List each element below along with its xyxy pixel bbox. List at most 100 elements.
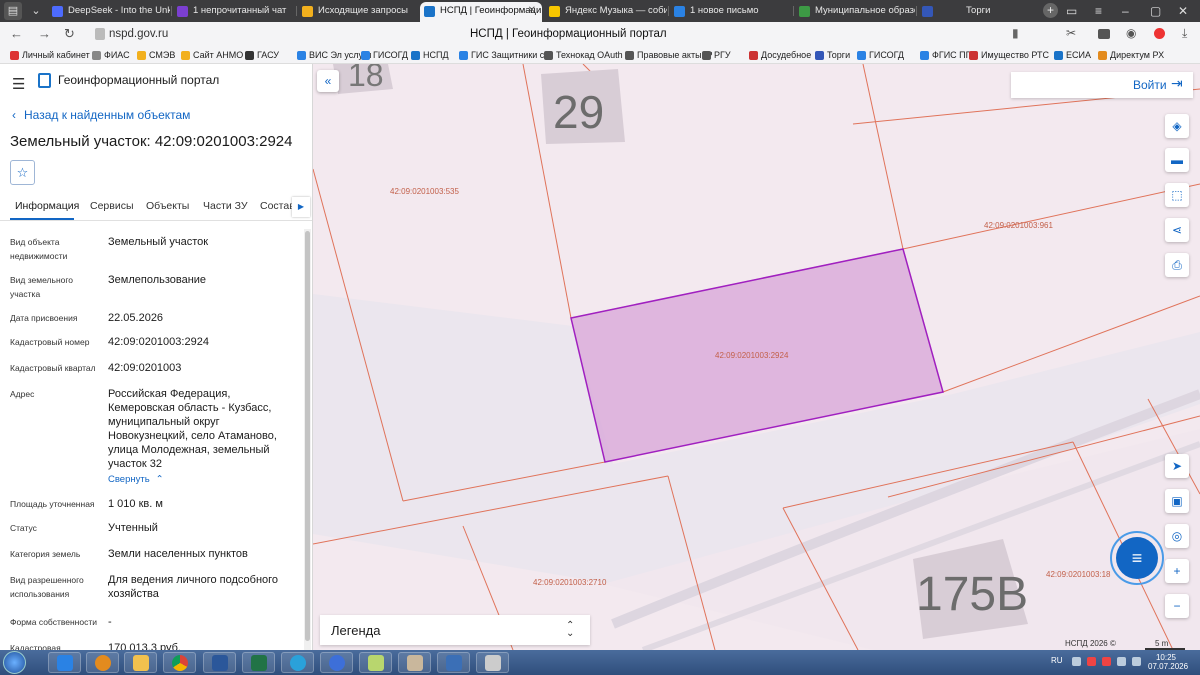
bookmark-label: Личный кабинет bbox=[22, 50, 90, 60]
tab-information[interactable]: Информация bbox=[15, 200, 79, 212]
bookmark-item[interactable]: Правовые акты: Р bbox=[625, 48, 713, 62]
extension-icon[interactable]: ✂ bbox=[1066, 26, 1076, 40]
share-icon[interactable]: ⋖ bbox=[1165, 218, 1189, 242]
favorite-star-button[interactable]: ☆ bbox=[10, 160, 35, 185]
bookmarks-panel-icon[interactable]: ▭ bbox=[1066, 1, 1077, 21]
profile-icon[interactable] bbox=[1154, 28, 1165, 39]
select-area-icon[interactable]: ⬚ bbox=[1165, 183, 1189, 207]
layers-icon[interactable]: ◈ bbox=[1165, 114, 1189, 138]
geo-search-icon[interactable]: ◎ bbox=[1165, 524, 1189, 548]
new-tab-button[interactable]: + bbox=[1043, 3, 1058, 18]
start-button[interactable] bbox=[3, 651, 26, 674]
bookmark-icon bbox=[969, 51, 978, 60]
browser-tab-chat[interactable]: 1 непрочитанный чат bbox=[173, 2, 295, 22]
browser-tab-deepseek[interactable]: DeepSeek - Into the Unkn bbox=[48, 2, 170, 22]
zoom-out-icon[interactable]: − bbox=[1165, 594, 1189, 618]
tray-icon[interactable] bbox=[1087, 657, 1096, 666]
legend-dropdown[interactable]: Легенда ⌃ ⌄ bbox=[320, 615, 590, 645]
reload-icon[interactable]: ↻ bbox=[64, 25, 75, 43]
shield-icon[interactable]: ◉ bbox=[1126, 26, 1136, 40]
word-taskbar-icon[interactable] bbox=[203, 652, 236, 673]
print-icon[interactable]: ⎙ bbox=[1165, 253, 1189, 277]
network-icon[interactable] bbox=[1117, 657, 1126, 666]
collapse-panel-button[interactable]: « bbox=[317, 70, 339, 92]
bookmark-item[interactable]: Сайт АНМО bbox=[181, 48, 243, 62]
bookmark-item[interactable]: НСПД bbox=[411, 48, 449, 62]
tab-list-chevron-icon[interactable]: ⌄ bbox=[27, 2, 45, 20]
tab-objects[interactable]: Объекты bbox=[146, 200, 189, 212]
browser-tab-mail[interactable]: 1 новое письмо bbox=[670, 2, 792, 22]
close-tab-icon[interactable]: ✕ bbox=[528, 2, 536, 20]
forward-icon[interactable]: → bbox=[38, 25, 51, 43]
panel-scrollbar[interactable] bbox=[304, 229, 311, 650]
excel-taskbar-icon[interactable] bbox=[242, 652, 275, 673]
close-window-icon[interactable]: ✕ bbox=[1178, 1, 1188, 21]
bookmark-item[interactable]: Имущество РТС bbox=[969, 48, 1049, 62]
bookmark-item[interactable]: Торги bbox=[815, 48, 850, 62]
app-taskbar-icon[interactable] bbox=[359, 652, 392, 673]
chat-assistant-button[interactable]: ≡ bbox=[1110, 531, 1164, 585]
ruler-icon[interactable]: ▬ bbox=[1165, 148, 1189, 172]
browser-tab-municipal[interactable]: Муниципальное образов bbox=[795, 2, 915, 22]
bookmark-item[interactable]: Досудебное bbox=[749, 48, 811, 62]
bookmark-item[interactable]: ГИС Защитники с bbox=[459, 48, 544, 62]
language-indicator[interactable]: RU bbox=[1051, 656, 1063, 665]
reader-icon[interactable] bbox=[1098, 29, 1110, 39]
tab-title: НСПД | Геоинформаци bbox=[440, 5, 542, 16]
chrome-taskbar-icon[interactable] bbox=[163, 652, 196, 673]
collapse-address-link[interactable]: Свернуть ⌃ bbox=[108, 474, 164, 485]
hamburger-menu-icon[interactable]: ☰ bbox=[12, 75, 25, 93]
bookmark-icon[interactable]: ▮ bbox=[1012, 26, 1019, 40]
browser-menu-icon[interactable]: ▤ bbox=[4, 2, 22, 20]
bookmark-item[interactable]: РГУ bbox=[702, 48, 731, 62]
bookmark-item[interactable]: СМЭВ bbox=[137, 48, 175, 62]
tab-parts[interactable]: Части ЗУ bbox=[203, 200, 248, 212]
app2-taskbar-icon[interactable] bbox=[437, 652, 470, 673]
tabs-scroll-right-icon[interactable]: ▶ bbox=[292, 197, 310, 217]
bookmark-label: СМЭВ bbox=[149, 50, 176, 60]
minimize-icon[interactable]: – bbox=[1122, 1, 1129, 21]
bookmark-icon bbox=[625, 51, 634, 60]
menu-icon[interactable]: ≡ bbox=[1095, 1, 1102, 21]
map-canvas[interactable]: 18 29 175В 42:09:0201003:535 42:09:02010… bbox=[313, 64, 1200, 650]
bookmark-item[interactable]: Директум РХ bbox=[1098, 48, 1164, 62]
bookmark-item[interactable]: ГАСУ bbox=[245, 48, 279, 62]
yandex-taskbar-icon[interactable] bbox=[320, 652, 353, 673]
back-to-results-link[interactable]: ‹ Назад к найденным объектам bbox=[12, 108, 190, 122]
explorer-taskbar-icon[interactable] bbox=[124, 652, 157, 673]
browser-tab-music[interactable]: Яндекс Музыка — собир bbox=[545, 2, 667, 22]
cadastral-map[interactable]: 18 29 175В 42:09:0201003:535 42:09:02010… bbox=[313, 64, 1200, 650]
volume-icon[interactable] bbox=[1132, 657, 1141, 666]
bookmark-item[interactable]: ФИАС bbox=[92, 48, 130, 62]
bookmark-item[interactable]: ГИСОГД bbox=[857, 48, 904, 62]
back-icon[interactable]: ← bbox=[10, 25, 23, 43]
zoom-in-icon[interactable]: + bbox=[1165, 559, 1189, 583]
telegram-taskbar-icon[interactable] bbox=[281, 652, 314, 673]
app3-taskbar-icon[interactable] bbox=[476, 652, 509, 673]
legend-label: Легенда bbox=[331, 623, 381, 638]
user-taskbar-icon[interactable] bbox=[398, 652, 431, 673]
media-player-taskbar-icon[interactable] bbox=[86, 652, 119, 673]
browser-tab-nspd[interactable]: НСПД | Геоинформаци ✕ bbox=[420, 2, 542, 22]
clock[interactable]: 10:25 07.07.2026 bbox=[1148, 653, 1188, 671]
scrollbar-thumb[interactable] bbox=[305, 231, 310, 641]
property-label: Статус bbox=[10, 523, 37, 533]
bookmark-item[interactable]: Технокад OAuth bbox=[544, 48, 623, 62]
login-icon[interactable]: ⇥ bbox=[1171, 75, 1183, 92]
browser-tab-requests[interactable]: Исходящие запросы bbox=[298, 2, 418, 22]
ie-taskbar-icon[interactable] bbox=[48, 652, 81, 673]
bookmark-item[interactable]: ЕСИА bbox=[1054, 48, 1091, 62]
maximize-icon[interactable]: ▢ bbox=[1150, 1, 1161, 21]
download-icon[interactable]: ⤓ bbox=[1182, 26, 1187, 41]
tray-icon[interactable] bbox=[1102, 657, 1111, 666]
basemap-icon[interactable]: ▣ bbox=[1165, 489, 1189, 513]
bookmark-item[interactable]: Личный кабинет bbox=[10, 48, 90, 62]
tab-composition[interactable]: Состав bbox=[260, 200, 295, 212]
tray-icon[interactable] bbox=[1072, 657, 1081, 666]
locate-icon[interactable]: ➤ bbox=[1165, 454, 1189, 478]
bookmark-item[interactable]: ГИСОГД bbox=[361, 48, 408, 62]
tab-services[interactable]: Сервисы bbox=[90, 200, 134, 212]
url-field[interactable]: nspd.gov.ru НСПД | Геоинформационный пор… bbox=[95, 25, 1095, 43]
browser-tab-torgi[interactable]: Торги bbox=[918, 2, 1038, 22]
login-button[interactable]: Войти bbox=[1133, 78, 1167, 92]
